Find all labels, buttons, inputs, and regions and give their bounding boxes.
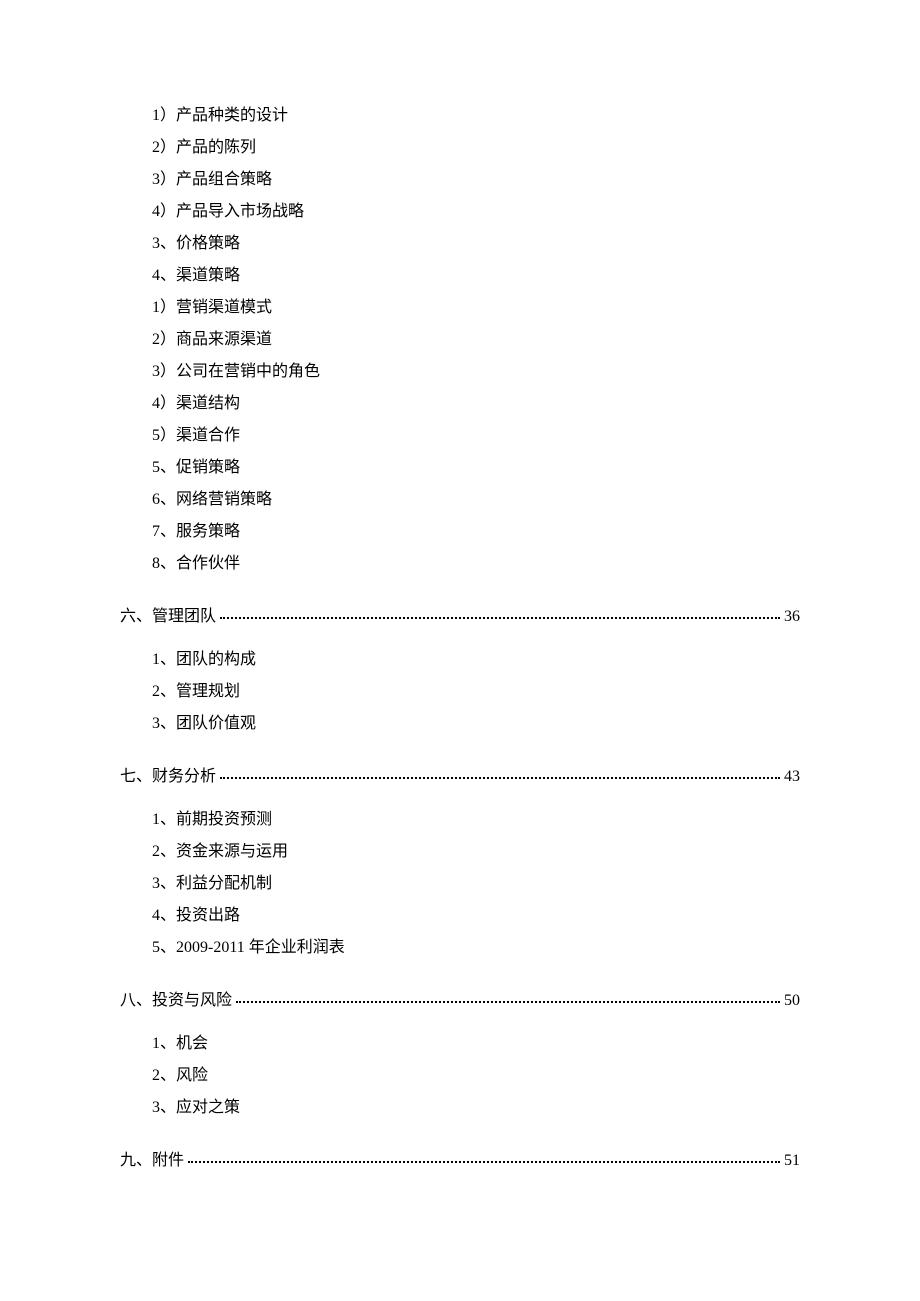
toc-sub-item: 4、投资出路 [120,900,800,932]
pre-items-group: 1）产品种类的设计 2）产品的陈列 3）产品组合策略 4）产品导入市场战略 3、… [120,100,800,580]
toc-sub-item: 4、渠道策略 [120,260,800,292]
toc-sub-item: 4）渠道结构 [120,388,800,420]
toc-leader-dots [220,777,780,779]
toc-sub-item: 1、前期投资预测 [120,804,800,836]
toc-sub-item: 1）产品种类的设计 [120,100,800,132]
toc-sub-item: 1、机会 [120,1028,800,1060]
toc-sub-item: 5）渠道合作 [120,420,800,452]
toc-section-row: 七、财务分析 43 [120,762,800,786]
toc-sub-item: 7、服务策略 [120,516,800,548]
toc-section-row: 八、投资与风险 50 [120,986,800,1010]
toc-leader-dots [188,1161,780,1163]
toc-page-number: 51 [784,1152,800,1170]
section-subs-group: 1、机会 2、风险 3、应对之策 [120,1028,800,1124]
toc-sub-item: 1）营销渠道模式 [120,292,800,324]
toc-sub-item: 3、利益分配机制 [120,868,800,900]
toc-sub-item: 3、应对之策 [120,1092,800,1124]
toc-section-title: 六、管理团队 [120,602,216,626]
section-subs-group: 1、前期投资预测 2、资金来源与运用 3、利益分配机制 4、投资出路 5、200… [120,804,800,964]
toc-sub-item: 3）产品组合策略 [120,164,800,196]
toc-section-title: 九、附件 [120,1146,184,1170]
toc-sub-item: 5、促销策略 [120,452,800,484]
toc-sub-item: 1、团队的构成 [120,644,800,676]
toc-page-number: 36 [784,608,800,626]
section-subs-group: 1、团队的构成 2、管理规划 3、团队价值观 [120,644,800,740]
toc-section-title: 八、投资与风险 [120,986,232,1010]
toc-sub-item: 6、网络营销策略 [120,484,800,516]
toc-sub-item: 3）公司在营销中的角色 [120,356,800,388]
toc-page-number: 50 [784,992,800,1010]
toc-sub-item: 2、管理规划 [120,676,800,708]
toc-leader-dots [236,1001,780,1003]
toc-page: 1）产品种类的设计 2）产品的陈列 3）产品组合策略 4）产品导入市场战略 3、… [0,0,920,1170]
toc-section-row: 六、管理团队 36 [120,602,800,626]
toc-sub-item: 2）商品来源渠道 [120,324,800,356]
toc-section-row: 九、附件 51 [120,1146,800,1170]
toc-sub-item: 2、风险 [120,1060,800,1092]
toc-sub-item: 4）产品导入市场战略 [120,196,800,228]
toc-sub-item: 3、价格策略 [120,228,800,260]
toc-sub-item: 2）产品的陈列 [120,132,800,164]
toc-sub-item: 2、资金来源与运用 [120,836,800,868]
toc-sub-item: 5、2009-2011 年企业利润表 [120,932,800,964]
toc-leader-dots [220,617,780,619]
toc-sub-item: 3、团队价值观 [120,708,800,740]
toc-section-title: 七、财务分析 [120,762,216,786]
toc-page-number: 43 [784,768,800,786]
toc-sub-item: 8、合作伙伴 [120,548,800,580]
